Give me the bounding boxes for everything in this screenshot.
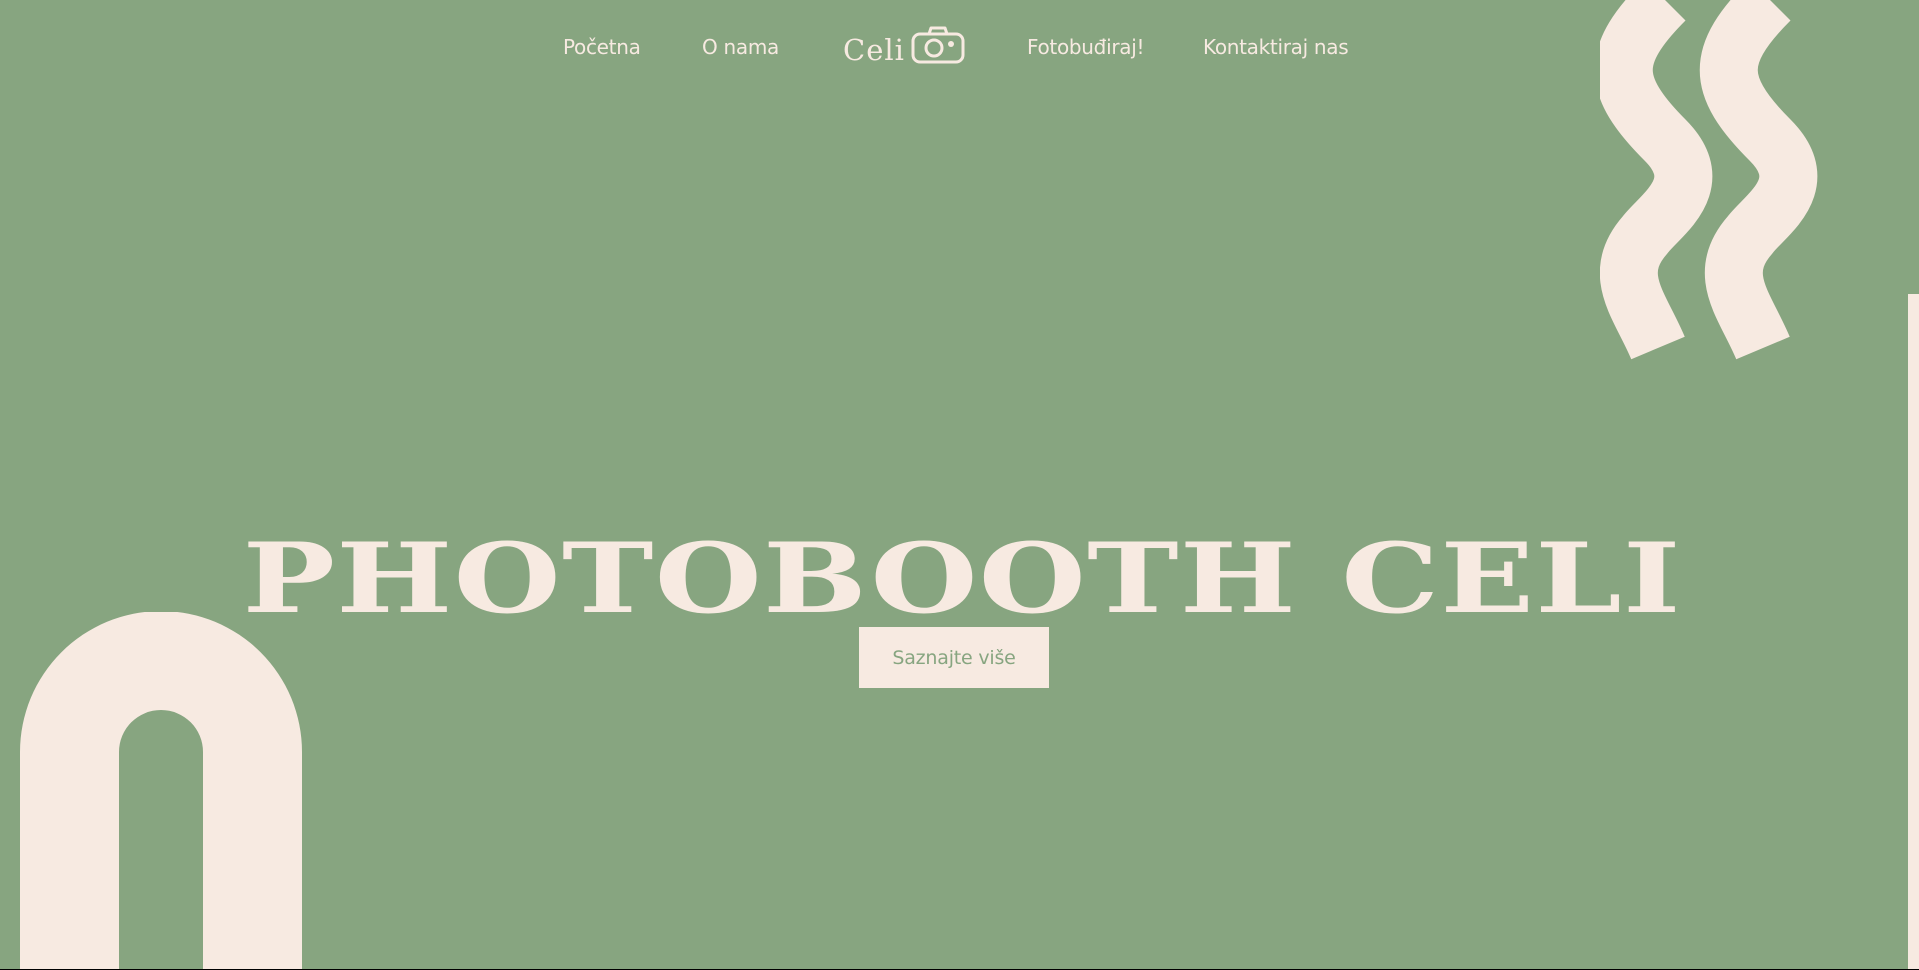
site-logo[interactable]: Celi	[843, 22, 965, 72]
logo-text: Celi	[843, 33, 905, 67]
wavy-lines-decoration	[1600, 0, 1818, 360]
learn-more-button[interactable]: Saznajte više	[859, 627, 1049, 688]
camera-icon	[911, 26, 965, 68]
hero-title: PHOTOBOOTH CELI	[242, 522, 1682, 636]
landing-page: Početna O nama Celi Fotobuđiraj! Kontakt…	[0, 0, 1919, 969]
arch-decoration	[20, 612, 302, 969]
nav-link-o-nama[interactable]: O nama	[702, 35, 779, 59]
nav-link-kontaktiraj-nas[interactable]: Kontaktiraj nas	[1203, 35, 1349, 59]
nav-link-fotobudiraj[interactable]: Fotobuđiraj!	[1027, 35, 1144, 59]
nav-link-pocetna[interactable]: Početna	[563, 35, 641, 59]
